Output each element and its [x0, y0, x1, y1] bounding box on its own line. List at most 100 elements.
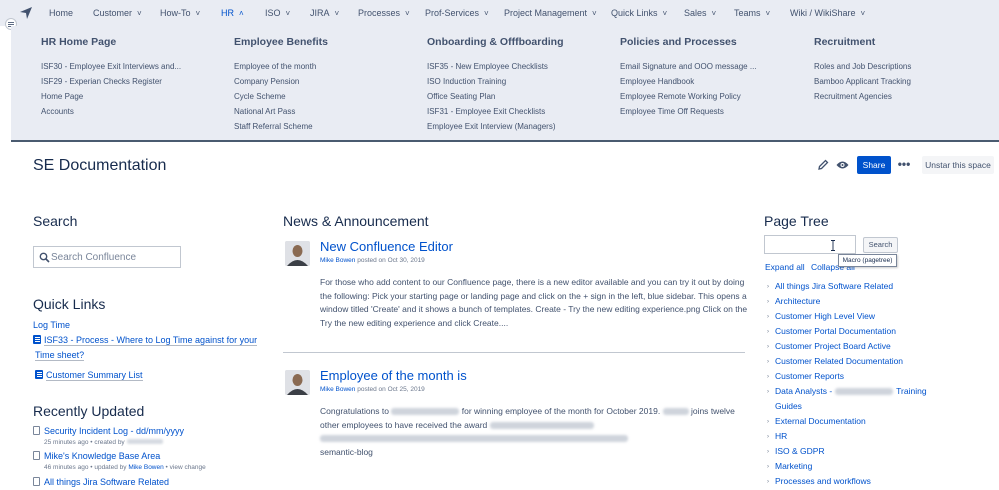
tree-item-label[interactable]: Architecture	[775, 296, 820, 306]
isf33-link-text[interactable]: Time sheet?	[35, 350, 85, 361]
log-time-link[interactable]: Log Time	[33, 320, 70, 330]
chevron-right-icon[interactable]: ›	[767, 284, 775, 290]
search-input[interactable]	[51, 249, 179, 266]
tree-item[interactable]: › Customer Reports	[767, 371, 844, 381]
recent-item-title[interactable]: All things Jira Software Related	[44, 477, 169, 487]
page-tree-search-button[interactable]: Search	[863, 237, 898, 253]
menu-link[interactable]: Bamboo Applicant Tracking	[814, 74, 999, 89]
tree-item[interactable]: › Processes and workflows	[767, 476, 871, 486]
menu-column-title[interactable]: Policies and Processes	[620, 36, 810, 51]
menu-link[interactable]: Company Pension	[234, 74, 424, 89]
tree-item-label[interactable]: Guides	[775, 401, 802, 411]
menu-link[interactable]: National Art Pass	[234, 104, 424, 119]
tree-item-label[interactable]: External Documentation	[775, 416, 866, 426]
menu-link[interactable]: ISF29 - Experian Checks Register	[41, 74, 231, 89]
menu-link[interactable]: Employee Time Off Requests	[620, 104, 810, 119]
menu-column-title[interactable]: Recruitment	[814, 36, 999, 51]
isf33-link-text[interactable]: ISF33 - Process - Where to Log Time agai…	[44, 335, 258, 346]
nav-item-sales[interactable]: Sales ˅	[684, 0, 716, 26]
recent-item-title[interactable]: Security Incident Log - dd/mm/yyyy	[44, 426, 184, 436]
nav-item-teams[interactable]: Teams ˅	[734, 0, 770, 26]
tree-item[interactable]: › Customer Related Documentation	[767, 356, 903, 366]
tree-item-label[interactable]: Customer Project Board Active	[775, 341, 891, 351]
tree-item-label[interactable]: HR	[775, 431, 787, 441]
share-button[interactable]: Share	[857, 156, 891, 174]
chevron-right-icon[interactable]: ›	[767, 359, 775, 365]
more-actions-icon[interactable]: •••	[897, 157, 911, 173]
tree-item[interactable]: › External Documentation	[767, 416, 866, 426]
menu-link[interactable]: Cycle Scheme	[234, 89, 424, 104]
menu-link[interactable]: ISF35 - New Employee Checklists	[427, 59, 617, 74]
nav-item-project-management[interactable]: Project Management ˅	[504, 0, 597, 26]
menu-link[interactable]: Employee Handbook	[620, 74, 810, 89]
chevron-right-icon[interactable]: ›	[767, 374, 775, 380]
nav-item-home[interactable]: Home	[49, 0, 73, 26]
nav-item-iso[interactable]: ISO ˅	[265, 0, 290, 26]
tree-item-label[interactable]: All things Jira Software Related	[775, 281, 893, 291]
tree-item[interactable]: › Customer Portal Documentation	[767, 326, 896, 336]
tree-item-label[interactable]: ISO & GDPR	[775, 446, 825, 456]
search-box[interactable]	[33, 246, 181, 268]
expand-all-link[interactable]: Expand all	[765, 262, 805, 272]
menu-link[interactable]: Recruitment Agencies	[814, 89, 999, 104]
menu-link[interactable]: Home Page	[41, 89, 231, 104]
recent-item-title[interactable]: Mike's Knowledge Base Area	[44, 451, 160, 461]
tree-item-label[interactable]: Data Analysts -	[775, 386, 832, 396]
news-post-title[interactable]: New Confluence Editor	[320, 239, 453, 254]
chevron-right-icon[interactable]: ›	[767, 299, 775, 305]
navigation-arrow-icon[interactable]	[19, 6, 33, 20]
customer-summary-link-text[interactable]: Customer Summary List	[46, 370, 143, 381]
tree-item[interactable]: › All things Jira Software Related	[767, 281, 893, 291]
eye-watch-icon[interactable]	[836, 160, 849, 170]
news-post-author[interactable]: Mike Bowen	[320, 386, 355, 393]
menu-link[interactable]: ISO Induction Training	[427, 74, 617, 89]
avatar[interactable]	[285, 241, 310, 266]
chevron-right-icon[interactable]: ›	[767, 434, 775, 440]
tree-item[interactable]: › Architecture	[767, 296, 820, 306]
chevron-right-icon[interactable]: ›	[767, 419, 775, 425]
tree-item-label[interactable]: Customer Portal Documentation	[775, 326, 896, 336]
news-body-tag[interactable]: semantic-blog	[320, 447, 373, 457]
menu-link[interactable]: ISF31 - Employee Exit Checklists	[427, 104, 617, 119]
nav-item-jira[interactable]: JIRA ˅	[310, 0, 339, 26]
tree-item[interactable]: › Marketing	[767, 461, 812, 471]
chevron-right-icon[interactable]: ›	[767, 344, 775, 350]
chevron-right-icon[interactable]: ›	[767, 389, 775, 395]
recent-item-author[interactable]: Mike Bowen	[128, 464, 163, 471]
tree-item-label[interactable]: Customer Reports	[775, 371, 844, 381]
news-post-author[interactable]: Mike Bowen	[320, 257, 355, 264]
nav-item-hr[interactable]: HR ˄	[221, 0, 244, 26]
menu-link[interactable]: Employee Exit Interview (Managers)	[427, 119, 617, 134]
menu-link[interactable]: Roles and Job Descriptions	[814, 59, 999, 74]
chevron-right-icon[interactable]: ›	[767, 464, 775, 470]
isf33-link[interactable]: ISF33 - Process - Where to Log Time agai…	[33, 335, 258, 346]
pencil-edit-icon[interactable]	[817, 159, 829, 171]
avatar[interactable]	[285, 370, 310, 395]
unstar-space-button[interactable]: Unstar this space	[922, 156, 994, 174]
nav-item-prof-services[interactable]: Prof-Services ˅	[425, 0, 489, 26]
tree-item-label[interactable]: Processes and workflows	[775, 476, 871, 486]
tree-item-label[interactable]: Customer High Level View	[775, 311, 875, 321]
customer-summary-link[interactable]: Customer Summary List	[35, 370, 143, 381]
page-tree-search-input[interactable]	[764, 235, 856, 254]
view-change-link[interactable]: • view change	[166, 464, 206, 471]
menu-column-title[interactable]: HR Home Page	[41, 36, 231, 51]
menu-link[interactable]: ISF30 - Employee Exit Interviews and...	[41, 59, 231, 74]
chevron-right-icon[interactable]: ›	[767, 329, 775, 335]
tree-item-label[interactable]: Customer Related Documentation	[775, 356, 903, 366]
nav-item-processes[interactable]: Processes ˅	[358, 0, 410, 26]
chevron-right-icon[interactable]: ›	[767, 449, 775, 455]
menu-link[interactable]: Email Signature and OOO message ...	[620, 59, 810, 74]
chevron-right-icon[interactable]: ›	[767, 314, 775, 320]
tree-item[interactable]: › HR	[767, 431, 787, 441]
tree-item-label[interactable]: Marketing	[775, 461, 812, 471]
tree-item[interactable]: › Data Analysts - Training	[767, 386, 927, 396]
menu-link[interactable]: Employee Remote Working Policy	[620, 89, 810, 104]
menu-link[interactable]: Accounts	[41, 104, 231, 119]
tree-item[interactable]: › Customer High Level View	[767, 311, 875, 321]
tree-item[interactable]: › Customer Project Board Active	[767, 341, 891, 351]
menu-link[interactable]: Employee of the month	[234, 59, 424, 74]
menu-link[interactable]: Office Seating Plan	[427, 89, 617, 104]
news-post-title[interactable]: Employee of the month is	[320, 368, 467, 383]
nav-item-wiki[interactable]: Wiki / WikiShare ˅	[790, 0, 865, 26]
